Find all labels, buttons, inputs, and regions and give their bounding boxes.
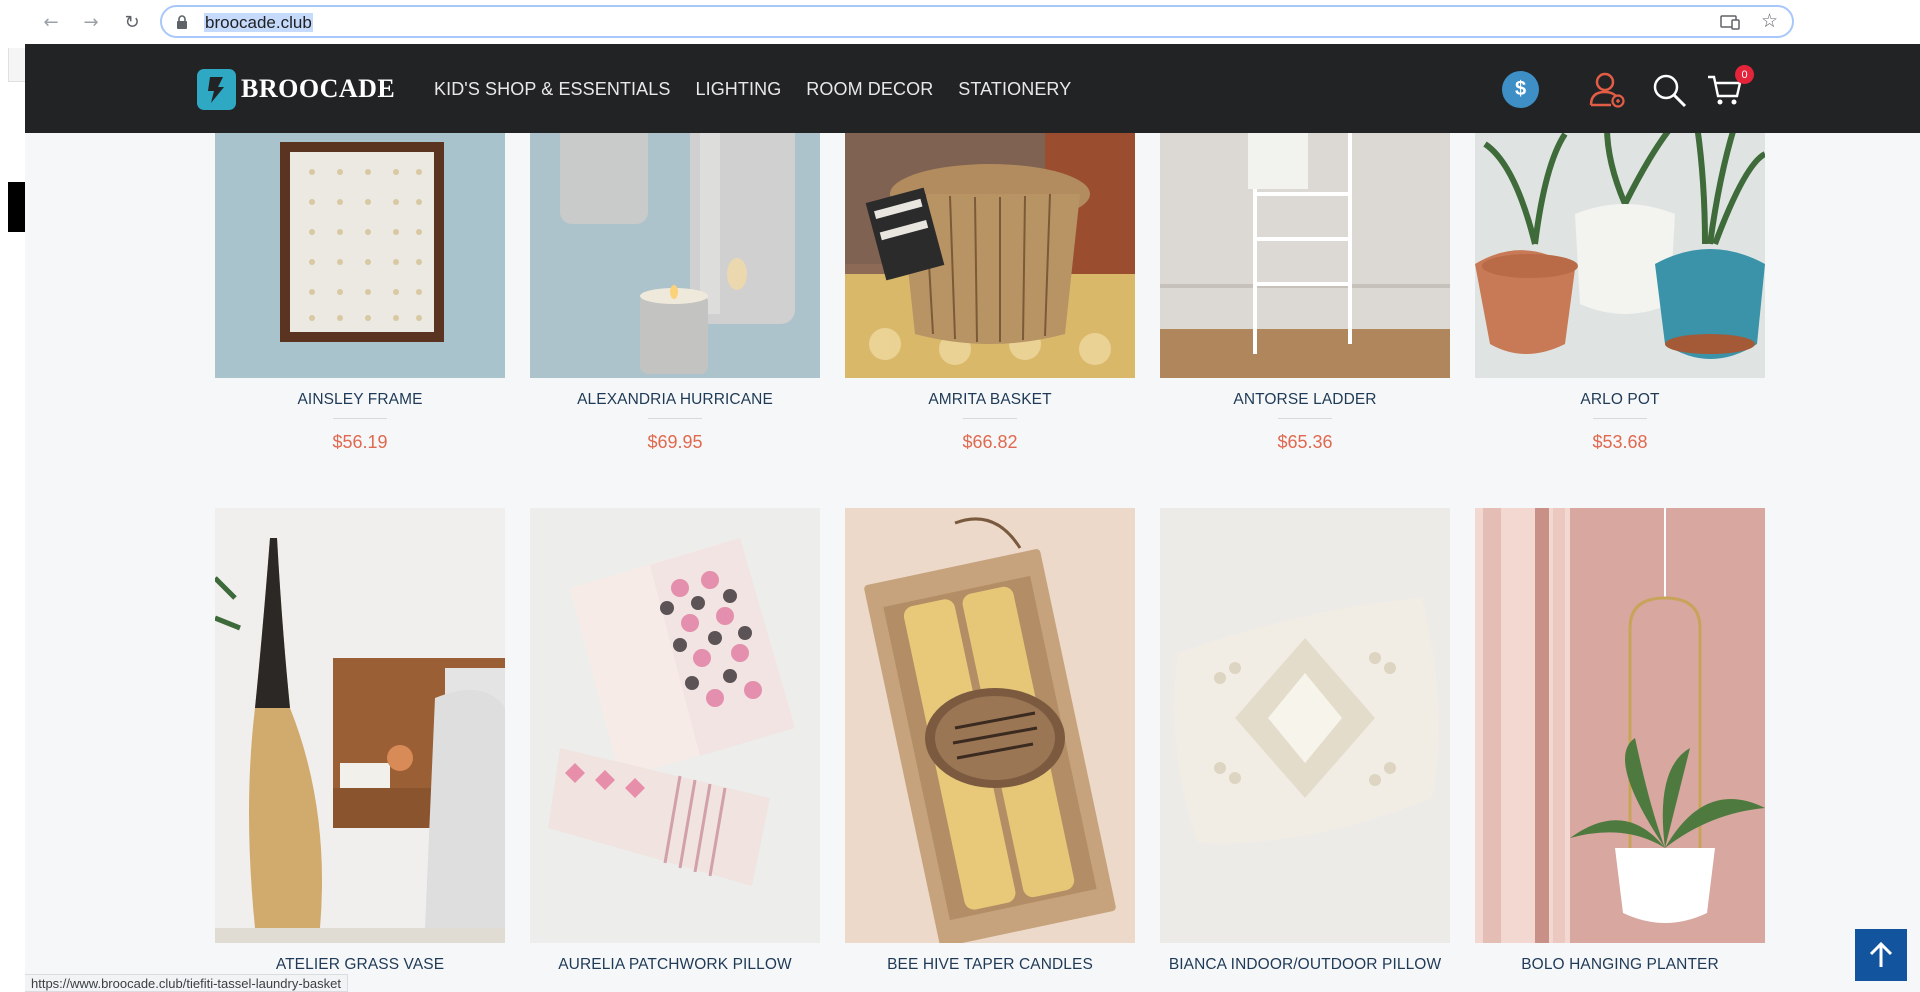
broocade-logo-icon[interactable] [197, 69, 236, 110]
divider [1593, 418, 1647, 419]
product-price: $56.19 [332, 432, 388, 452]
status-bar-url: https://www.broocade.club/tiefiti-tassel… [25, 974, 348, 992]
browser-toolbar: ← → ↻ broocade.club ☆ [0, 0, 1920, 44]
menu-item-lighting[interactable]: LIGHTING [695, 79, 781, 100]
product-image[interactable] [1160, 508, 1450, 943]
left-edge-tab [8, 182, 25, 232]
left-edge-panel [8, 48, 25, 82]
menu-item-kids-shop[interactable]: KID'S SHOP & ESSENTIALS [434, 79, 670, 100]
product-price: $69.95 [647, 432, 703, 452]
user-account-icon[interactable] [1588, 70, 1626, 108]
product-name[interactable]: ATELIER GRASS VASE [215, 956, 505, 974]
product-price: $65.36 [1277, 432, 1333, 452]
bookmark-star-icon[interactable]: ☆ [1761, 10, 1778, 32]
currency-icon[interactable]: $ [1502, 71, 1539, 108]
product-name[interactable]: ALEXANDRIA HURRICANE [530, 391, 820, 409]
divider [648, 418, 702, 419]
product-name[interactable]: AMRITA BASKET [845, 391, 1135, 409]
product-price: $53.68 [1592, 432, 1648, 452]
address-bar[interactable]: broocade.club ☆ [160, 5, 1794, 38]
main-menu: KID'S SHOP & ESSENTIALS LIGHTING ROOM DE… [434, 79, 1071, 100]
product-name[interactable]: BOLO HANGING PLANTER [1475, 956, 1765, 974]
back-arrow-icon[interactable]: ← [37, 8, 65, 36]
product-name[interactable]: ARLO POT [1475, 391, 1765, 409]
menu-item-stationery[interactable]: STATIONERY [958, 79, 1071, 100]
menu-item-room-decor[interactable]: ROOM DECOR [806, 79, 933, 100]
product-name[interactable]: AURELIA PATCHWORK PILLOW [530, 956, 820, 974]
forward-arrow-icon[interactable]: → [77, 8, 105, 36]
back-to-top-button[interactable] [1855, 929, 1907, 981]
site-header: BROOCADE KID'S SHOP & ESSENTIALS LIGHTIN… [25, 44, 1920, 133]
product-price: $66.82 [962, 432, 1018, 452]
product-image[interactable] [845, 508, 1135, 943]
lock-icon [177, 15, 187, 29]
logo-text[interactable]: BROOCADE [241, 74, 395, 104]
address-url[interactable]: broocade.club [204, 13, 313, 32]
product-name[interactable]: BEE HIVE TAPER CANDLES [845, 956, 1135, 974]
cart-count-badge: 0 [1735, 65, 1754, 84]
divider [1278, 418, 1332, 419]
arrow-up-icon [1869, 941, 1893, 967]
product-name[interactable]: AINSLEY FRAME [215, 391, 505, 409]
site-page: AINSLEY FRAME $56.19 ALEXANDRIA HURRICAN… [25, 44, 1920, 992]
install-app-icon[interactable] [1720, 14, 1740, 30]
product-image[interactable] [215, 508, 505, 943]
product-name[interactable]: BIANCA INDOOR/OUTDOOR PILLOW [1160, 956, 1450, 974]
search-icon[interactable] [1651, 72, 1687, 108]
divider [963, 418, 1017, 419]
product-image[interactable] [530, 508, 820, 943]
product-name[interactable]: ANTORSE LADDER [1160, 391, 1450, 409]
divider [333, 418, 387, 419]
product-image[interactable] [1475, 508, 1765, 943]
reload-icon[interactable]: ↻ [118, 8, 146, 36]
